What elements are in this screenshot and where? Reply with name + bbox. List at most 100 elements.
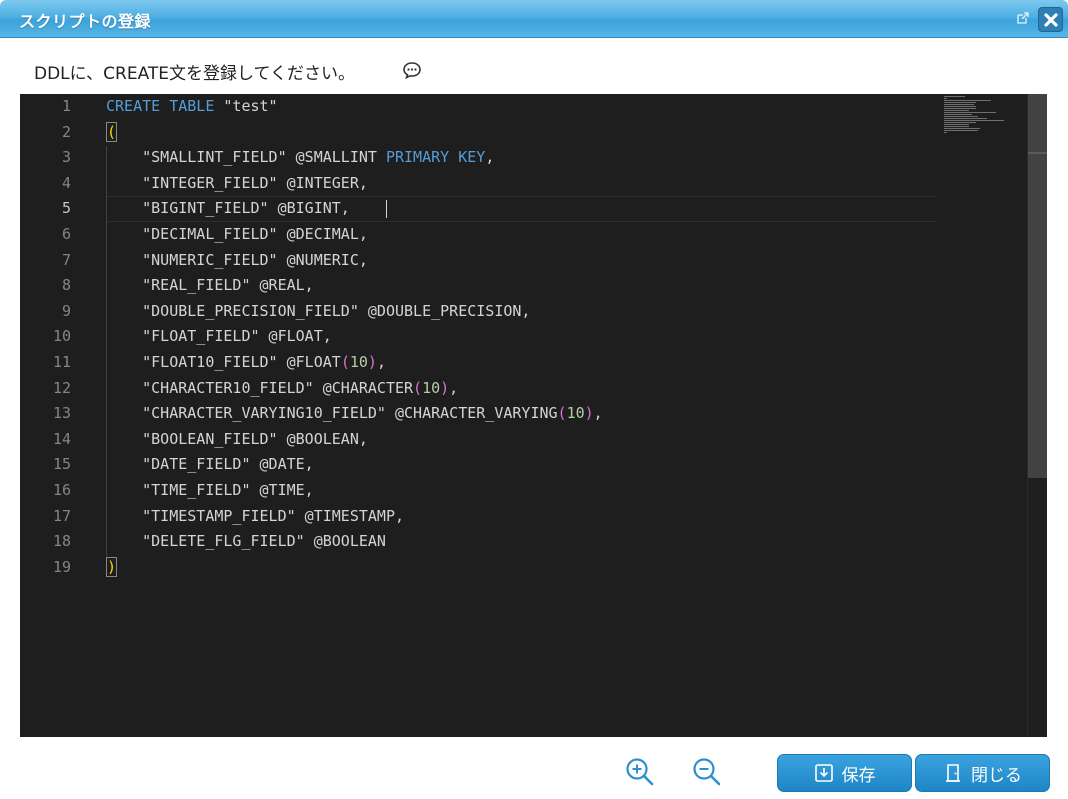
line-number: 10 (52, 327, 71, 346)
code-token: ) (367, 353, 377, 371)
minimap-line (944, 100, 992, 101)
minimap-line (944, 116, 979, 117)
code-token: "BIGINT_FIELD" @BIGINT, (106, 199, 350, 218)
code-editor[interactable]: 1 2 3 4 5 6 7 8 9 10 11 12 13 14 15 16 17 18 19 CREATE TAB… (20, 94, 1047, 737)
code-token: "BOOLEAN_FIELD" @BOOLEAN, (106, 429, 368, 448)
line-number: 19 (52, 557, 71, 576)
minimap-line (944, 104, 974, 105)
code-line[interactable]: "CHARACTER_VARYING10_FIELD" @CHARACTER_V… (106, 401, 603, 427)
line-number: 6 (61, 225, 71, 243)
code-token: CREATE TABLE (106, 97, 215, 115)
code-line[interactable]: "DOUBLE_PRECISION_FIELD" @DOUBLE_PRECISI… (106, 299, 530, 325)
line-number: 11 (52, 353, 71, 371)
minimap-line (944, 132, 947, 133)
minimap-line (944, 122, 976, 123)
line-number: 5 (61, 199, 71, 218)
dialog-title: スクリプトの登録 (19, 12, 152, 31)
code-token: "CHARACTER10_FIELD" @CHARACTER (106, 378, 414, 397)
code-token: "SMALLINT_FIELD" @SMALLINT (106, 148, 386, 167)
code-token: ) (584, 404, 594, 423)
comment-icon[interactable] (402, 61, 422, 79)
code-token: ( (557, 404, 567, 423)
close-dialog-button[interactable]: 閉じる (915, 754, 1050, 792)
code-token: "TIME_FIELD" @TIME, (106, 481, 314, 499)
code-token: "FLOAT_FIELD" @FLOAT, (106, 327, 332, 346)
minimap-line (944, 124, 970, 125)
code-token: 10 (566, 404, 585, 423)
line-number: 18 (52, 532, 71, 551)
line-number: 9 (61, 301, 71, 320)
code-token: ) (106, 556, 118, 577)
door-icon (946, 764, 960, 782)
code-token: "REAL_FIELD" @REAL, (106, 276, 314, 295)
minimap-line (944, 110, 970, 111)
minimap-line (944, 128, 981, 129)
code-line[interactable]: "TIME_FIELD" @TIME, (106, 478, 314, 504)
code-line[interactable]: "CHARACTER10_FIELD" @CHARACTER(10), (106, 376, 458, 402)
close-button[interactable] (1038, 7, 1063, 32)
code-line[interactable]: ( (106, 120, 118, 146)
close-label: 閉じる (971, 765, 1022, 786)
save-icon (814, 764, 833, 782)
code-line[interactable]: CREATE TABLE "test" (106, 94, 278, 120)
code-line[interactable]: "BOOLEAN_FIELD" @BOOLEAN, (106, 427, 368, 453)
line-number: 15 (52, 455, 71, 474)
code-line[interactable]: "TIMESTAMP_FIELD" @TIMESTAMP, (106, 504, 404, 530)
code-token: "INTEGER_FIELD" @INTEGER, (106, 173, 368, 192)
save-button[interactable]: 保存 (777, 754, 912, 792)
minimap-line (944, 114, 972, 115)
code-line[interactable]: "BIGINT_FIELD" @BIGINT, (106, 196, 350, 222)
code-line[interactable]: ) (106, 555, 118, 581)
code-line[interactable]: "INTEGER_FIELD" @INTEGER, (106, 171, 368, 197)
minimap-line (944, 112, 996, 113)
line-number: 3 (61, 148, 71, 167)
line-number: 14 (52, 429, 71, 448)
minimap-line (944, 106, 976, 107)
code-line[interactable]: "DECIMAL_FIELD" @DECIMAL, (106, 222, 368, 248)
code-line[interactable]: "FLOAT_FIELD" @FLOAT, (106, 324, 332, 350)
minimap-line (944, 108, 976, 109)
code-token: "DELETE_FLG_FIELD" @BOOLEAN (106, 532, 386, 551)
code-token: , (376, 353, 386, 371)
code-token: 10 (422, 378, 441, 397)
code-token: "DOUBLE_PRECISION_FIELD" @DOUBLE_PRECISI… (106, 301, 531, 320)
minimap-line (944, 96, 965, 97)
minimap-line (944, 126, 970, 127)
code-token: "test" (214, 97, 278, 115)
line-number: 4 (61, 173, 71, 192)
code-token: , (449, 378, 459, 397)
line-number: 13 (52, 404, 71, 423)
line-number: 8 (61, 276, 71, 295)
minimap-line (944, 98, 947, 99)
line-number: 16 (52, 481, 71, 499)
zoom-out-icon[interactable] (692, 757, 722, 787)
code-line[interactable]: "DELETE_FLG_FIELD" @BOOLEAN (106, 529, 386, 555)
code-token: ( (106, 121, 118, 142)
scrollbar-cursor-marker (1028, 152, 1047, 154)
code-line[interactable]: "NUMERIC_FIELD" @NUMERIC, (106, 248, 368, 274)
line-number: 7 (61, 250, 71, 269)
line-number: 1 (61, 97, 71, 115)
minimap-line (944, 120, 1004, 121)
code-token: , (593, 404, 603, 423)
code-token: PRIMARY KEY (385, 148, 486, 167)
line-number-gutter: 1 2 3 4 5 6 7 8 9 10 11 12 13 14 15 16 17 18 19 (20, 94, 80, 737)
popout-icon[interactable] (1016, 11, 1030, 25)
line-number: 2 (61, 122, 71, 141)
code-token: "NUMERIC_FIELD" @NUMERIC, (106, 250, 368, 269)
minimap-line (944, 102, 976, 103)
code-line[interactable]: "DATE_FIELD" @DATE, (106, 452, 314, 478)
line-number: 17 (52, 506, 71, 525)
code-line[interactable]: "FLOAT10_FIELD" @FLOAT(10), (106, 350, 386, 376)
code-line[interactable]: "REAL_FIELD" @REAL, (106, 273, 314, 299)
code-token: "FLOAT10_FIELD" @FLOAT (106, 353, 341, 371)
text-cursor (386, 200, 387, 218)
code-token: , (485, 148, 495, 167)
minimap-line (944, 130, 979, 131)
code-token: 10 (349, 353, 368, 371)
minimap[interactable] (944, 96, 1006, 136)
zoom-in-icon[interactable] (625, 757, 655, 787)
minimap-line (944, 118, 987, 119)
code-line[interactable]: "SMALLINT_FIELD" @SMALLINT PRIMARY KEY, (106, 145, 494, 171)
code-area[interactable]: CREATE TABLE "test"( "SMALLINT_FIELD" @S… (106, 94, 956, 737)
